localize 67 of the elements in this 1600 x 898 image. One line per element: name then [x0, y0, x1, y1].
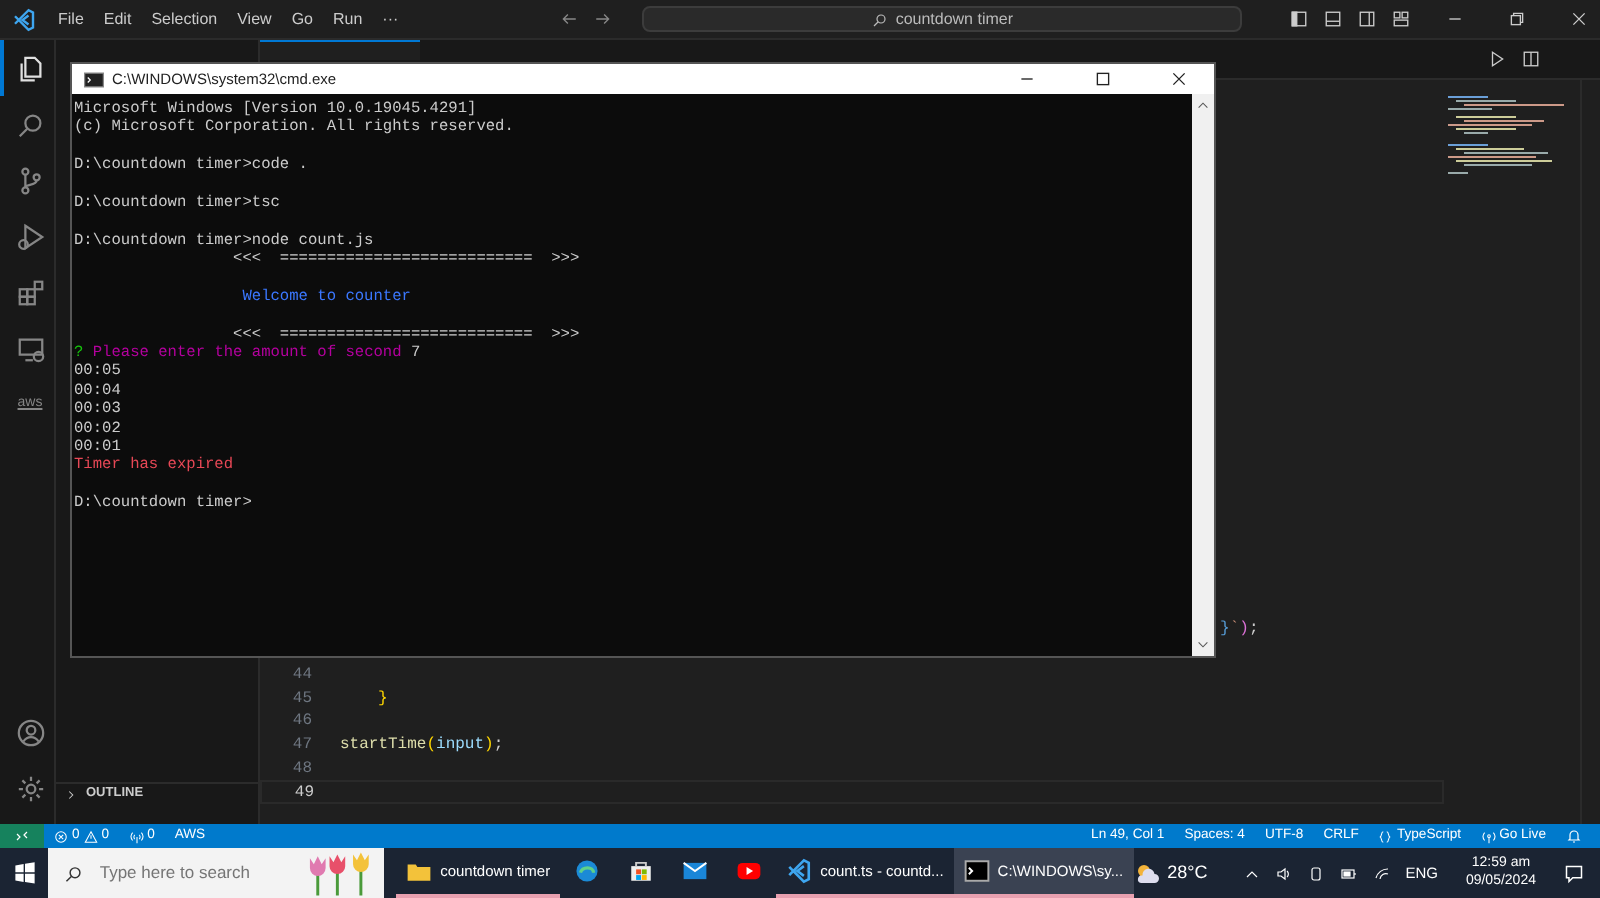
play-icon[interactable] [1488, 50, 1506, 68]
menu-item[interactable]: File [48, 7, 94, 31]
taskbar-search-field[interactable]: Type here to search [48, 848, 385, 898]
video-play-icon [736, 858, 763, 884]
terminal-icon [963, 858, 990, 884]
close-icon[interactable] [1169, 70, 1187, 88]
maximize-icon[interactable] [1093, 70, 1111, 88]
search-icon[interactable] [15, 109, 45, 139]
device-icon[interactable] [1307, 865, 1324, 881]
wifi-icon[interactable] [1373, 865, 1390, 881]
search-icon [871, 11, 888, 27]
antenna-icon [129, 829, 144, 843]
account-icon[interactable] [15, 717, 45, 747]
weather-cloud-icon [1133, 861, 1160, 885]
menu-item[interactable]: Go [281, 7, 323, 31]
menu-item[interactable]: Selection [141, 7, 228, 31]
extensions-icon[interactable] [15, 277, 45, 307]
weather-widget[interactable]: 28°C [1133, 859, 1208, 887]
code-line: } [376, 687, 388, 711]
braces-icon [1378, 829, 1393, 843]
line-number: 46 [292, 712, 312, 731]
vscode-logo-icon [12, 7, 36, 31]
branch-icon[interactable] [15, 165, 45, 195]
forward-arrow-icon[interactable] [594, 10, 613, 28]
speaker-icon[interactable] [1275, 865, 1292, 881]
code-editor-icon [786, 858, 813, 884]
menu-item[interactable]: Edit [93, 7, 142, 31]
remote-icon [14, 828, 30, 844]
search-input[interactable]: Type here to search [99, 860, 290, 886]
line-number: 49 [294, 784, 314, 803]
layout-grid-icon[interactable] [1392, 10, 1410, 28]
line-number: 45 [292, 689, 312, 708]
line-number: 47 [292, 735, 312, 754]
line-number: 48 [292, 759, 312, 778]
restore-icon[interactable] [1508, 10, 1526, 28]
chevron-right-icon [64, 787, 78, 801]
antenna-icon [1481, 829, 1496, 843]
menu-item[interactable]: ··· [372, 7, 409, 31]
windows-start-icon[interactable] [13, 862, 36, 884]
play-bug-icon[interactable] [15, 221, 45, 251]
files-icon[interactable] [15, 53, 45, 83]
sidebar-layout-icon[interactable] [1290, 10, 1308, 28]
search-field[interactable]: countdown timer [642, 6, 1243, 32]
terminal-icon [84, 71, 104, 87]
search-icon[interactable] [64, 863, 84, 883]
split-editor-icon[interactable] [1522, 50, 1540, 68]
warning-icon [83, 829, 98, 843]
notification-icon[interactable] [1564, 863, 1584, 883]
battery-icon[interactable] [1339, 865, 1358, 881]
scroll-up-icon[interactable] [1196, 98, 1210, 112]
bell-icon[interactable] [1566, 828, 1582, 844]
scroll-down-icon[interactable] [1196, 638, 1210, 652]
menu-item[interactable]: View [227, 7, 282, 31]
panel-layout-icon[interactable] [1324, 10, 1342, 28]
minimap-drawing[interactable] [1448, 96, 1568, 176]
line-number: 44 [292, 665, 312, 684]
store-bag-icon [628, 858, 655, 884]
secondary-sidebar-icon[interactable] [1358, 10, 1376, 28]
code-line: }`); [1220, 617, 1259, 641]
settings-icon[interactable] [15, 773, 45, 803]
browser-swirl-icon [574, 858, 601, 884]
error-icon [54, 829, 68, 843]
menu-item[interactable]: Run [322, 7, 373, 31]
back-arrow-icon[interactable] [560, 10, 579, 28]
monitor-icon[interactable] [15, 333, 45, 363]
mail-icon [682, 858, 709, 884]
code-line: startTime(input); [340, 733, 504, 758]
